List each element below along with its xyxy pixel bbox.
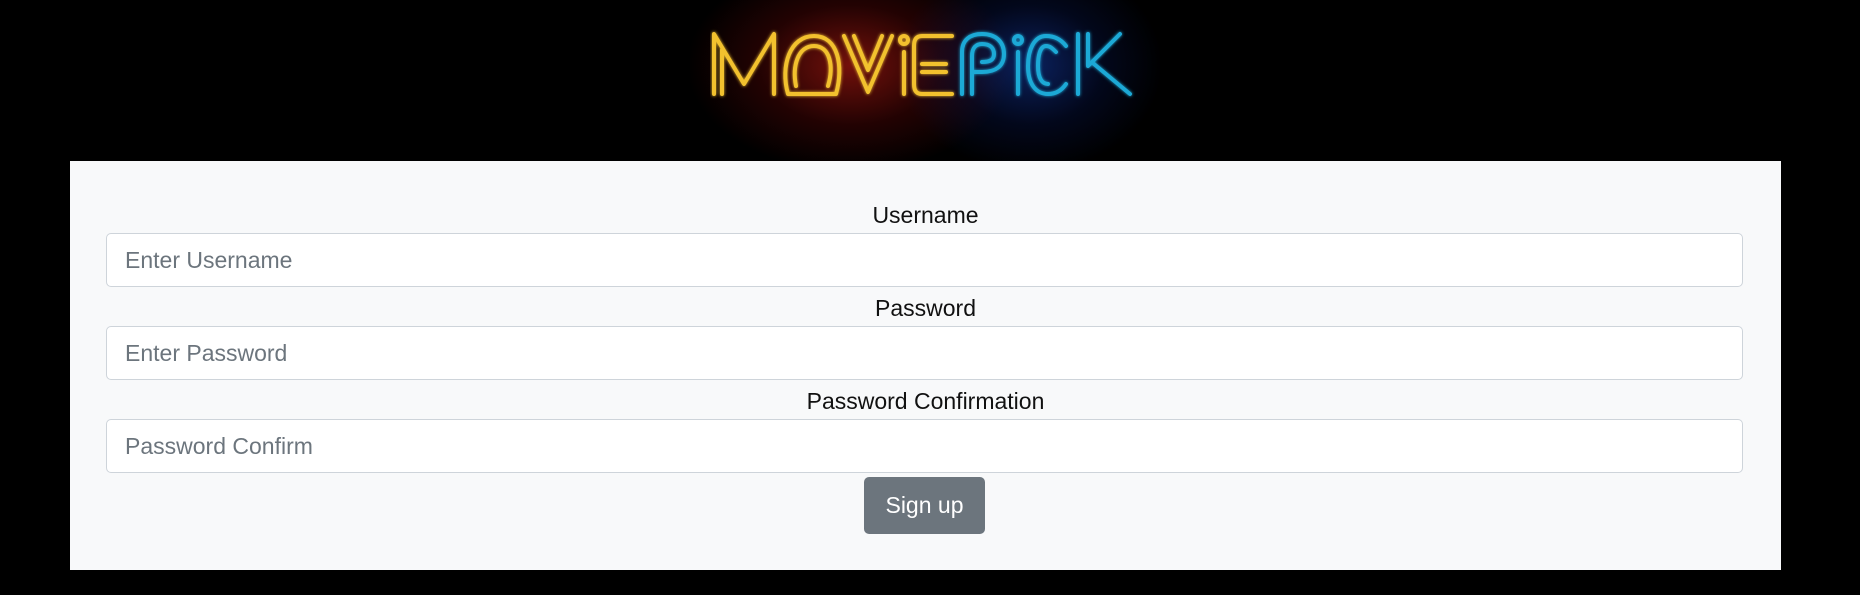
sign-up-button[interactable]: Sign up (864, 477, 985, 534)
header: MOVIE PICK (0, 0, 1860, 170)
password-confirmation-label: Password Confirmation (806, 388, 1045, 414)
password-confirmation-input[interactable] (106, 419, 1743, 473)
username-label: Username (872, 202, 979, 228)
password-input[interactable] (106, 326, 1743, 380)
moviepick-logo: MOVIE PICK (710, 26, 1140, 100)
page: MOVIE PICK (0, 0, 1860, 595)
logo-neon-svg (712, 32, 1132, 96)
signup-form-panel: Username Password Password Confirmation … (70, 161, 1781, 570)
username-input[interactable] (106, 233, 1743, 287)
password-label: Password (875, 295, 976, 321)
